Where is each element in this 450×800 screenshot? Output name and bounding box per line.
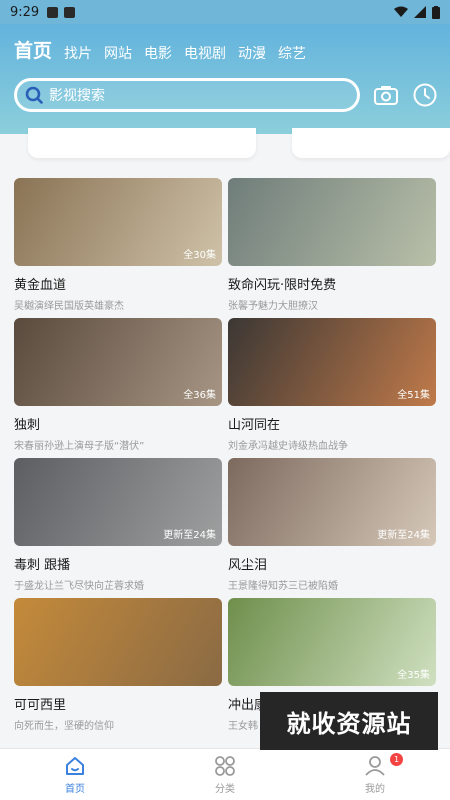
video-title[interactable]: 山河同在: [228, 414, 436, 433]
video-subtitle: 张馨予魅力大胆撩汉: [228, 301, 318, 312]
user-icon: [365, 755, 385, 776]
wifi-icon: [394, 6, 408, 17]
episode-badge: 全35集: [397, 670, 430, 681]
episode-badge: 全36集: [183, 390, 216, 401]
status-time: 9:29: [10, 4, 40, 20]
search-input[interactable]: 影视搜索: [14, 78, 360, 112]
notification-badge: 1: [390, 753, 403, 766]
search-placeholder: 影视搜索: [49, 88, 105, 104]
watermark-overlay: 就收资源站: [260, 692, 438, 750]
bottom-nav-label: 分类: [215, 783, 235, 795]
notification-icon: [64, 6, 76, 18]
camera-icon[interactable]: [373, 82, 399, 108]
top-nav: 首页 找片 网站 电影 电视剧 动漫 综艺: [14, 36, 306, 63]
tab-find[interactable]: 找片: [64, 43, 92, 63]
video-thumbnail[interactable]: 更新至24集: [14, 458, 222, 546]
bottom-nav-category[interactable]: 分类: [150, 749, 300, 800]
video-thumbnail[interactable]: 全36集: [14, 318, 222, 406]
episode-badge: 全51集: [397, 390, 430, 401]
bottom-nav: 首页 分类 1 我的: [0, 748, 450, 800]
header: 首页 找片 网站 电影 电视剧 动漫 综艺 影视搜索: [0, 24, 450, 134]
episode-badge: 更新至24集: [163, 530, 216, 541]
bottom-nav-mine[interactable]: 1 我的: [300, 749, 450, 800]
video-title[interactable]: 致命闪玩·限时免费: [228, 274, 436, 293]
video-thumbnail[interactable]: 全35集: [228, 598, 436, 686]
video-card[interactable]: 致命闪玩·限时免费张馨予魅力大胆撩汉: [228, 178, 436, 312]
battery-icon: [432, 5, 440, 19]
video-thumbnail[interactable]: 全51集: [228, 318, 436, 406]
tab-movies[interactable]: 电影: [144, 43, 172, 63]
video-title[interactable]: 毒刺 跟播: [14, 554, 222, 573]
bottom-nav-label: 我的: [365, 783, 385, 795]
search-icon: [25, 86, 43, 104]
video-title[interactable]: 可可西里: [14, 694, 222, 713]
bottom-nav-home[interactable]: 首页: [0, 749, 150, 800]
banner-card[interactable]: [28, 128, 256, 158]
video-card[interactable]: 可可西里向死而生，坚硬的信仰: [14, 598, 222, 732]
video-card[interactable]: 全51集山河同在刘金承冯越史诗级热血战争: [228, 318, 436, 452]
home-icon: [66, 756, 84, 775]
video-subtitle: 宋春丽孙逊上演母子版“潜伏”: [14, 441, 145, 452]
notification-icon: [47, 6, 59, 18]
video-card[interactable]: 全30集黄金血道吴樾演绎民国版英雄豪杰: [14, 178, 222, 312]
tab-sites[interactable]: 网站: [104, 43, 132, 63]
video-thumbnail[interactable]: 更新至24集: [228, 458, 436, 546]
video-title[interactable]: 黄金血道: [14, 274, 222, 293]
video-subtitle: 于盛龙让兰飞尽快向芷蓉求婚: [14, 581, 144, 592]
video-thumbnail[interactable]: [228, 178, 436, 266]
video-subtitle: 吴樾演绎民国版英雄豪杰: [14, 301, 124, 312]
episode-badge: 全30集: [183, 250, 216, 261]
video-card[interactable]: 更新至24集毒刺 跟播于盛龙让兰飞尽快向芷蓉求婚: [14, 458, 222, 592]
video-subtitle: 向死而生，坚硬的信仰: [14, 721, 114, 732]
status-bar: 9:29: [0, 0, 450, 24]
video-title[interactable]: 独刺: [14, 414, 222, 433]
video-thumbnail[interactable]: 全30集: [14, 178, 222, 266]
video-card[interactable]: 全36集独刺宋春丽孙逊上演母子版“潜伏”: [14, 318, 222, 452]
episode-badge: 更新至24集: [377, 530, 430, 541]
banner-card[interactable]: [292, 128, 450, 158]
video-thumbnail[interactable]: [14, 598, 222, 686]
video-title[interactable]: 风尘泪: [228, 554, 436, 573]
bottom-nav-label: 首页: [65, 783, 85, 795]
tab-tv[interactable]: 电视剧: [184, 43, 226, 63]
video-card[interactable]: 更新至24集风尘泪王景隆得知苏三已被陷婚: [228, 458, 436, 592]
tab-anime[interactable]: 动漫: [238, 43, 266, 63]
tab-variety[interactable]: 综艺: [278, 43, 306, 63]
signal-icon: [414, 6, 426, 18]
tab-home[interactable]: 首页: [14, 36, 52, 63]
category-icon: [215, 755, 235, 776]
clock-icon[interactable]: [412, 82, 438, 108]
video-subtitle: 刘金承冯越史诗级热血战争: [228, 441, 348, 452]
video-subtitle: 王景隆得知苏三已被陷婚: [228, 581, 338, 592]
